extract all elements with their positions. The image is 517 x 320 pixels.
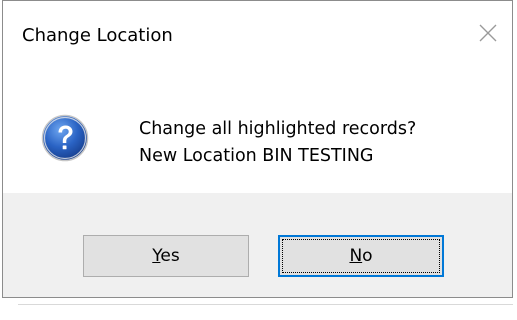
close-button[interactable] <box>470 17 506 53</box>
window-title: Change Location <box>22 25 173 46</box>
no-label-rest: o <box>362 246 373 266</box>
no-accelerator: N <box>349 246 363 266</box>
no-button[interactable]: No <box>278 235 444 277</box>
button-bar: Yes No <box>3 193 512 297</box>
message-area: Change all highlighted records? New Loca… <box>3 77 512 193</box>
yes-button[interactable]: Yes <box>83 235 249 277</box>
title-bar: Change Location <box>3 1 512 77</box>
background-below-dialog <box>0 298 517 320</box>
yes-button-label: Yes <box>152 246 179 266</box>
divider <box>18 304 513 305</box>
no-button-label: No <box>349 246 372 266</box>
screen: Change Location Change all highlighted r… <box>0 0 517 320</box>
close-icon <box>478 23 498 47</box>
change-location-dialog: Change Location Change all highlighted r… <box>2 0 513 298</box>
message-line-1: Change all highlighted records? <box>139 119 417 139</box>
message-text: Change all highlighted records? New Loca… <box>139 116 416 170</box>
message-line-2: New Location BIN TESTING <box>139 146 374 166</box>
question-icon <box>41 114 89 162</box>
yes-label-rest: es <box>160 246 180 266</box>
